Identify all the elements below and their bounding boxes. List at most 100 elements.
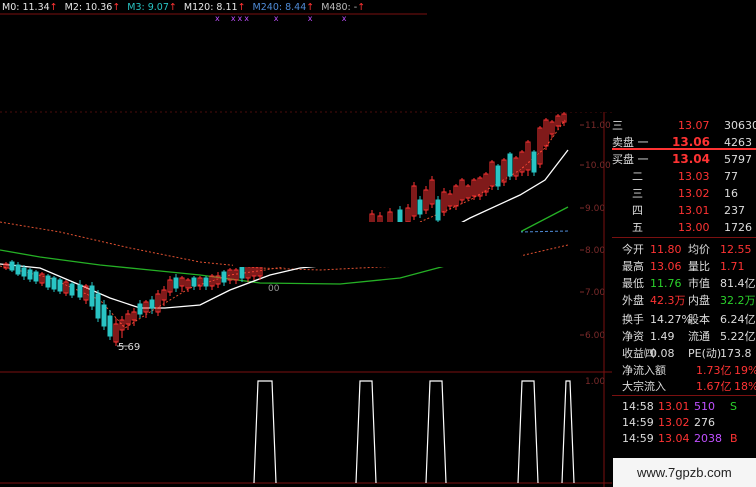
- candle-body: [27, 269, 33, 280]
- candle-body: [191, 277, 197, 287]
- stat-row: 外盘 42.3万 内盘 32.2万: [612, 292, 756, 309]
- price-axis-label: 9.00: [585, 204, 605, 214]
- candle-body: [397, 209, 403, 223]
- tick-row: 14:59 13.04 2038 B: [612, 430, 756, 447]
- candle-body: [51, 277, 57, 290]
- candle-body: [417, 199, 423, 215]
- stat-row: 最低 11.76 市值 81.4亿: [612, 275, 756, 292]
- stat-label: PE(动): [688, 347, 722, 360]
- candle-body: [435, 199, 441, 221]
- ma-value-label: 00: [268, 284, 280, 294]
- flow-percent: 18%: [734, 380, 756, 393]
- candle-body: [507, 153, 513, 177]
- bid-level: 二: [632, 170, 643, 183]
- stat-value: 14.27%: [650, 313, 692, 326]
- bid-volume: 237: [724, 204, 745, 217]
- stat-value: 11.80: [650, 243, 682, 256]
- candle-body: [107, 315, 113, 337]
- flow-percent: 19%: [734, 364, 756, 377]
- candle-body: [33, 271, 39, 282]
- stat-value: 81.4亿: [720, 277, 756, 290]
- flow-row: 大宗流入 1.67亿18%: [612, 378, 756, 395]
- bid-row: 三 13.02 16: [612, 185, 756, 202]
- tick-time: 14:59: [622, 416, 654, 429]
- candle-body: [221, 271, 227, 283]
- candle-body: [77, 284, 83, 298]
- candle-body: [149, 299, 155, 309]
- stat-value: 0.08: [650, 347, 675, 360]
- ma-legend-item: M3: 9.07↑: [127, 0, 177, 16]
- candle-body: [173, 277, 179, 289]
- candle-body: [89, 285, 95, 307]
- tick-price: 13.04: [658, 432, 690, 445]
- bid-volume: 1726: [724, 221, 752, 234]
- ask-volume: 30630: [724, 119, 756, 132]
- up-arrow-icon: ↑: [112, 2, 121, 13]
- candle-body: [57, 279, 63, 292]
- signal-markers: x xxx x x x: [215, 14, 349, 23]
- tick-flag: B: [730, 432, 738, 445]
- candle-body: [9, 261, 15, 271]
- indicator-spike: [517, 380, 539, 484]
- spread-line: [612, 148, 756, 150]
- stat-value: 11.76: [650, 277, 682, 290]
- price-axis-label: 11.00: [585, 121, 611, 131]
- bid-price: 13.03: [678, 170, 710, 183]
- redaction-block-middle: [233, 222, 521, 267]
- bid-price: 13.04: [672, 152, 710, 166]
- bid-row: 二 13.03 77: [612, 168, 756, 185]
- tick-time: 14:59: [622, 432, 654, 445]
- candle-body: [495, 165, 501, 187]
- bid-level: 买盘 一: [612, 153, 649, 166]
- stat-value: 6.24亿: [720, 313, 756, 326]
- tick-row: 14:58 13.01 510 S: [612, 398, 756, 415]
- tick-volume: 276: [694, 416, 715, 429]
- price-axis-label: 7.00: [585, 288, 605, 298]
- bid-price: 13.02: [678, 187, 710, 200]
- stat-value: 12.55: [720, 243, 752, 256]
- stat-label: 量比: [688, 260, 710, 273]
- ask-level: 三: [612, 119, 623, 132]
- stat-value: 42.3万: [650, 294, 686, 307]
- tick-volume: 510: [694, 400, 715, 413]
- tick-row: 14:59 13.02 276: [612, 414, 756, 431]
- indicator-panel: [253, 380, 575, 484]
- stat-label: 外盘: [622, 294, 644, 307]
- flow-label: 净流入额: [622, 364, 666, 377]
- bid-price: 13.00: [678, 221, 710, 234]
- ask-price: 13.07: [678, 119, 710, 132]
- candle-body: [45, 275, 51, 288]
- price-axis-label: 8.00: [585, 246, 605, 256]
- stat-label: 内盘: [688, 294, 710, 307]
- price-axis-label: 10.00: [585, 161, 611, 171]
- stat-value: 173.8: [720, 347, 752, 360]
- bid-volume: 16: [724, 187, 738, 200]
- stat-label: 市值: [688, 277, 710, 290]
- stat-value: 13.06: [650, 260, 682, 273]
- stat-row: 净资 1.49 流通 5.22亿: [612, 328, 756, 345]
- stat-row: 收益㈣ 0.08 PE(动) 173.8: [612, 345, 756, 362]
- tick-price: 13.02: [658, 416, 690, 429]
- stat-value: 32.2万: [720, 294, 756, 307]
- stat-row: 最高 13.06 量比 1.71: [612, 258, 756, 275]
- stat-label: 股本: [688, 313, 710, 326]
- section-divider: [612, 237, 756, 238]
- candle-body: [101, 304, 107, 327]
- redaction-block-top: [427, 0, 612, 112]
- stat-label: 最低: [622, 277, 644, 290]
- section-divider: [612, 395, 756, 396]
- indicator-spike: [253, 380, 277, 484]
- flow-value: 1.73亿: [696, 364, 732, 377]
- flow-row: 净流入额 1.73亿19%: [612, 362, 756, 379]
- quote-panel: 三 13.07 30630 卖盘 一 13.06 4263 买盘 一 13.04 5797 二 13…: [612, 111, 756, 487]
- price-axis-label: 6.00: [585, 331, 605, 341]
- stat-label: 流通: [688, 330, 710, 343]
- up-arrow-icon: ↑: [49, 2, 58, 13]
- stat-label: 净资: [622, 330, 644, 343]
- flow-label: 大宗流入: [622, 380, 666, 393]
- ma-legend-item: M2: 10.36↑: [65, 0, 121, 16]
- watermark: www.7gpzb.com: [613, 458, 756, 487]
- up-arrow-icon: ↑: [168, 2, 177, 13]
- bid-price: 13.01: [678, 204, 710, 217]
- indicator-spike: [355, 380, 377, 484]
